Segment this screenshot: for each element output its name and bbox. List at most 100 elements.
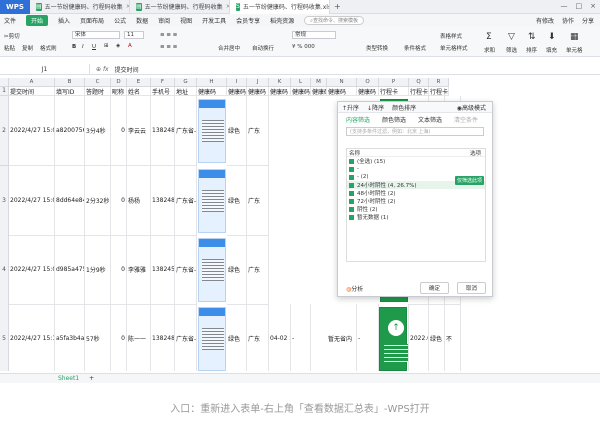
- cancel-button[interactable]: 取消: [456, 282, 486, 294]
- checkbox-icon[interactable]: [349, 214, 354, 220]
- minimize-icon[interactable]: —: [561, 2, 568, 10]
- table-cell[interactable]: 李雅雅: [127, 235, 151, 305]
- column-header-B[interactable]: B: [55, 78, 85, 87]
- menu-page-layout[interactable]: 页面布局: [80, 16, 104, 25]
- table-cell[interactable]: -: [357, 304, 379, 371]
- header-cell[interactable]: 健康码: [247, 87, 269, 96]
- header-cell[interactable]: 姓名: [127, 87, 151, 96]
- format-painter-button[interactable]: 格式刷: [40, 44, 57, 52]
- column-header-L[interactable]: L: [291, 78, 311, 87]
- table-cell[interactable]: 广东: [247, 166, 269, 236]
- bold-icon[interactable]: B: [72, 44, 76, 50]
- table-cell[interactable]: 2分32秒: [85, 166, 111, 236]
- header-cell[interactable]: 健康码: [291, 87, 311, 96]
- filter-option[interactable]: 72小时阴性 (2): [347, 197, 485, 205]
- column-header-R[interactable]: R: [429, 78, 449, 87]
- table-cell[interactable]: 0: [111, 166, 127, 236]
- menu-formula[interactable]: 公式: [114, 16, 126, 25]
- cell-button[interactable]: 单元格: [566, 46, 583, 54]
- health-code-image[interactable]: [198, 169, 226, 233]
- header-cell[interactable]: 健康码: [357, 87, 379, 96]
- name-box[interactable]: J1: [0, 63, 90, 75]
- type-convert-button[interactable]: 类型转换: [366, 44, 388, 52]
- health-code-image[interactable]: [198, 99, 226, 163]
- menu-file[interactable]: 文件: [4, 16, 16, 25]
- conditional-format-button[interactable]: 条件格式: [404, 44, 426, 52]
- column-header-E[interactable]: E: [127, 78, 151, 87]
- column-header-G[interactable]: G: [175, 78, 197, 87]
- table-cell[interactable]: -: [291, 304, 311, 371]
- menu-review[interactable]: 审阅: [158, 16, 170, 25]
- column-header-I[interactable]: I: [227, 78, 247, 87]
- column-header-Q[interactable]: Q: [409, 78, 429, 87]
- sort-asc-button[interactable]: ↑升序: [342, 103, 359, 112]
- wps-home-tab[interactable]: WPS: [0, 0, 30, 14]
- column-header-H[interactable]: H: [197, 78, 227, 87]
- table-cell[interactable]: 0: [111, 96, 127, 166]
- menu-home[interactable]: 开始: [26, 15, 49, 26]
- filter-button[interactable]: 筛选: [506, 46, 517, 54]
- align-icons-row2[interactable]: ≡ ≡ ≡: [160, 44, 177, 50]
- table-cell[interactable]: 3分4秒: [85, 96, 111, 166]
- row-header-1[interactable]: 1: [0, 87, 9, 96]
- menu-docer[interactable]: 稻壳资源: [270, 16, 294, 25]
- table-cell[interactable]: 2022.04.: [409, 304, 429, 371]
- table-cell[interactable]: 13824883: [151, 304, 175, 371]
- fill-icon[interactable]: ⬇: [548, 32, 556, 42]
- maximize-icon[interactable]: □: [576, 2, 583, 10]
- checkbox-icon[interactable]: [349, 158, 354, 164]
- header-cell[interactable]: 健康码: [197, 87, 227, 96]
- paste-button[interactable]: 粘贴: [4, 44, 15, 52]
- menu-member[interactable]: 会员专享: [236, 16, 260, 25]
- align-icons[interactable]: ≡ ≡ ≡: [160, 32, 177, 38]
- table-cell[interactable]: 广东: [247, 96, 269, 166]
- filter-only-tooltip[interactable]: 仅筛选此项: [455, 176, 485, 185]
- table-cell[interactable]: 2022/4/27 15:03: [9, 166, 55, 236]
- border-icon[interactable]: ⊞: [104, 43, 109, 49]
- filter-icon[interactable]: ▽: [508, 32, 515, 42]
- advanced-mode-toggle[interactable]: ◉高级模式: [457, 103, 492, 112]
- ok-button[interactable]: 确定: [419, 282, 449, 294]
- italic-icon[interactable]: I: [82, 44, 84, 50]
- wrap-text-button[interactable]: 自动换行: [252, 44, 274, 52]
- header-cell[interactable]: 提交时间: [9, 87, 55, 96]
- row-header[interactable]: 3: [0, 166, 9, 236]
- column-header-F[interactable]: F: [151, 78, 175, 87]
- sort-button[interactable]: 排序: [526, 46, 537, 54]
- menu-data[interactable]: 数据: [136, 16, 148, 25]
- tab-color-filter[interactable]: 颜色筛选: [382, 115, 406, 124]
- table-cell[interactable]: 李云云: [127, 96, 151, 166]
- header-cell[interactable]: 健康码: [269, 87, 291, 96]
- filter-search-input[interactable]: (支持多条件过滤，例如：北京 上海): [346, 127, 484, 136]
- trip-card-image[interactable]: ↑: [379, 307, 408, 371]
- table-cell[interactable]: 暂无省内: [327, 304, 357, 371]
- select-all-corner[interactable]: [0, 78, 9, 87]
- health-code-image[interactable]: [198, 307, 226, 371]
- header-cell[interactable]: 答题时: [85, 87, 111, 96]
- column-header-K[interactable]: K: [269, 78, 291, 87]
- font-family-select[interactable]: 宋体: [72, 31, 120, 39]
- filter-option[interactable]: 48小时阴性 (2): [347, 189, 485, 197]
- analysis-button[interactable]: ◍分析: [338, 284, 363, 293]
- menu-insert[interactable]: 插入: [58, 16, 70, 25]
- table-cell[interactable]: 广东省-广: [175, 166, 197, 236]
- header-cell[interactable]: 行程卡: [409, 87, 429, 96]
- cell-icon[interactable]: ▦: [570, 32, 579, 42]
- table-cell[interactable]: 广东省-广: [175, 96, 197, 166]
- filter-option[interactable]: 暂无数据 (1): [347, 213, 485, 221]
- table-cell[interactable]: 0: [111, 304, 127, 371]
- table-style-button[interactable]: 表格样式: [440, 32, 462, 40]
- table-cell[interactable]: 8dd64e84: [55, 166, 85, 236]
- close-window-icon[interactable]: ×: [590, 2, 596, 10]
- table-cell[interactable]: 广东: [247, 304, 269, 371]
- header-cell[interactable]: 地址: [175, 87, 197, 96]
- checkbox-icon[interactable]: [349, 206, 354, 212]
- header-cell[interactable]: 健康码: [227, 87, 247, 96]
- command-search-input[interactable]: ⌕ 查找命令、搜索模板: [304, 16, 364, 25]
- table-cell[interactable]: 2022/4/27 15:04: [9, 235, 55, 305]
- sheet-tab[interactable]: Sheet1: [0, 375, 79, 382]
- tab-text-filter[interactable]: 文本筛选: [418, 115, 442, 124]
- table-cell[interactable]: 04-02 20: [269, 304, 291, 371]
- tab-content-filter[interactable]: 内容筛选: [346, 115, 370, 124]
- table-cell[interactable]: 广东省-广: [175, 235, 197, 305]
